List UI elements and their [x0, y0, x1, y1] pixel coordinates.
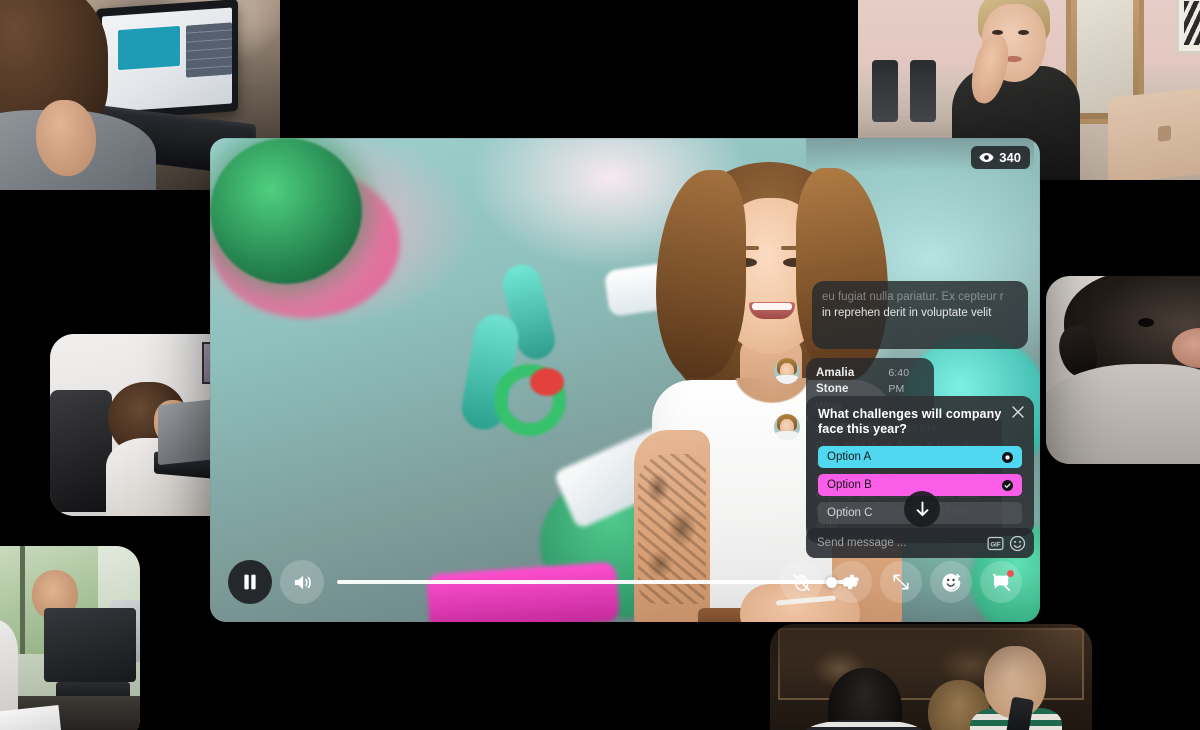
chat-message-author: Amalia Stone	[816, 367, 855, 395]
progress-track	[337, 580, 852, 584]
presenter-mouth	[749, 302, 795, 319]
radio-selected-icon	[1002, 451, 1013, 463]
player-controls-bar	[210, 544, 1040, 622]
chat-message-clipped-line: eu fugiat nulla pariatur. Ex cepteur r	[822, 291, 1004, 303]
striped-shirt-shape	[802, 720, 926, 730]
close-icon[interactable]	[1011, 405, 1025, 419]
settings-button[interactable]	[830, 561, 872, 603]
poll-option-a-label: Option A	[827, 451, 872, 463]
prop-red-dot	[530, 368, 564, 396]
video-player-window: 340 eu fugiat nulla pariatur. Ex cepteur…	[210, 138, 1040, 622]
chat-notification-badge	[1007, 570, 1014, 577]
pause-button[interactable]	[228, 560, 272, 604]
pause-icon	[242, 573, 258, 591]
screenshot-stage: 340 eu fugiat nulla pariatur. Ex cepteur…	[0, 0, 1200, 730]
viewer-count-badge: 340	[971, 146, 1030, 169]
video-progress-slider[interactable]	[337, 576, 852, 588]
chat-message-clipped: eu fugiat nulla pariatur. Ex cepteur r i…	[812, 281, 1028, 349]
photo-audience-image	[770, 624, 1092, 730]
photo-pug-couch-image	[1046, 276, 1200, 464]
scroll-to-bottom-button[interactable]	[904, 491, 940, 527]
dog-eye-shape	[1138, 318, 1154, 327]
prop-green-pompom	[210, 138, 362, 284]
coffee-grinder-shape	[872, 60, 898, 122]
monitor-shape	[44, 608, 136, 682]
poll-question: What challenges will company face this y…	[818, 407, 1002, 436]
avatar-shirt	[775, 375, 799, 384]
presenter-hair-front	[656, 170, 746, 378]
viewer-count-value: 340	[999, 150, 1021, 165]
chat-message-header: Amalia Stone 6:40 PM	[816, 365, 924, 397]
photo-office-desks-image	[0, 546, 140, 730]
screen-grid-shape	[186, 22, 232, 78]
poll-option-a[interactable]: Option A	[818, 446, 1022, 468]
chair-shape	[50, 390, 112, 512]
fullscreen-button[interactable]	[880, 561, 922, 603]
arrow-down-icon	[915, 501, 930, 518]
photo-audience	[770, 624, 1092, 730]
chat-toggle-button[interactable]	[980, 561, 1022, 603]
gear-icon	[841, 572, 861, 592]
eye-shape	[1018, 30, 1029, 35]
screen-window-shape	[118, 25, 180, 71]
raise-hand-button[interactable]	[780, 561, 822, 603]
chat-message-time: 6:40 PM	[888, 367, 910, 395]
photo-pug-couch	[1046, 276, 1200, 464]
volume-on-icon	[292, 573, 313, 592]
emoji-add-icon	[941, 572, 962, 593]
avatar	[774, 358, 800, 384]
volume-button[interactable]	[280, 560, 324, 604]
poster-shape	[1176, 0, 1200, 54]
avatar-shirt	[775, 431, 799, 440]
reactions-button[interactable]	[930, 561, 972, 603]
chat-message-clipped-text: in reprehen derit in voluptate velit	[822, 307, 992, 319]
poll-option-b-label: Option B	[827, 479, 872, 491]
couch-shape	[1046, 364, 1200, 464]
eye-icon	[979, 152, 994, 163]
macbook-shape	[1108, 86, 1200, 180]
coffee-grinder-shape	[910, 60, 936, 122]
radio-unselected-icon	[1002, 508, 1013, 519]
avatar	[774, 414, 800, 440]
expand-icon	[891, 572, 911, 592]
raise-hand-off-icon	[791, 572, 812, 593]
check-selected-icon	[1002, 479, 1013, 491]
hand-shape	[36, 100, 96, 176]
photo-office-desks	[0, 546, 140, 730]
